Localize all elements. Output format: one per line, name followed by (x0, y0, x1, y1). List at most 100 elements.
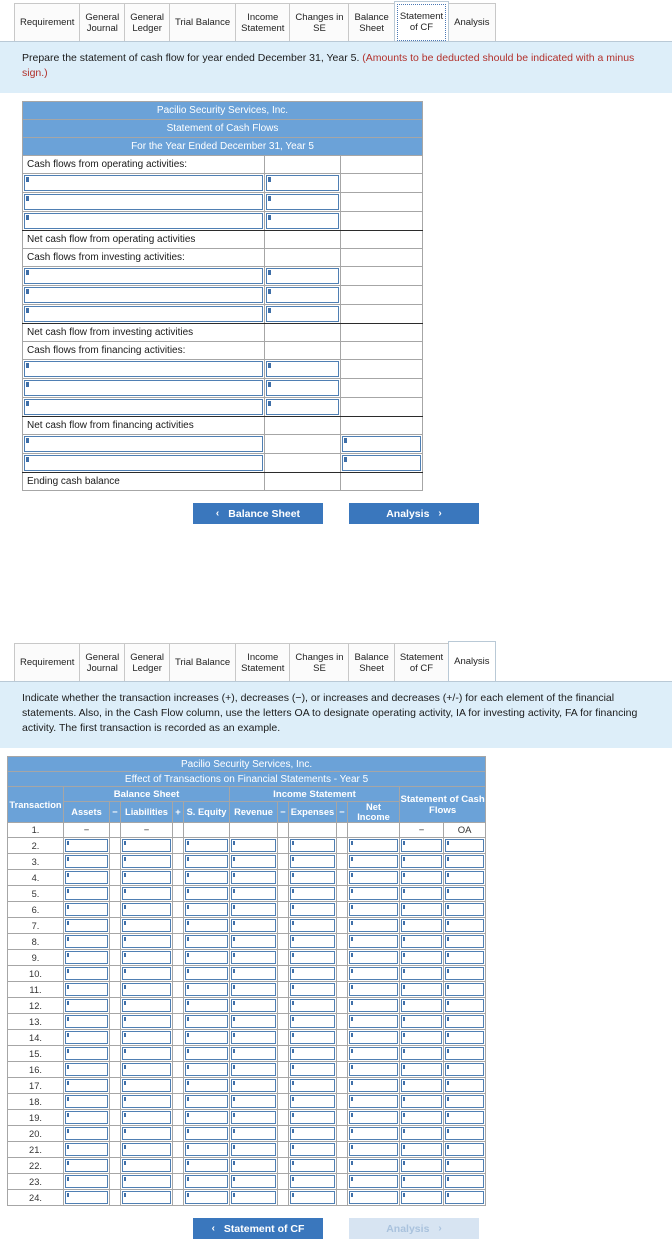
analysis-cash-amount-input[interactable] (399, 1189, 444, 1206)
cf-amount-input-col2[interactable] (264, 378, 341, 398)
input-box[interactable] (349, 983, 398, 996)
analysis-s-equity-input[interactable] (183, 1125, 230, 1142)
input-box[interactable] (122, 919, 171, 932)
analysis-s-equity-input[interactable] (183, 1157, 230, 1174)
input-box[interactable] (445, 1079, 485, 1092)
analysis-expenses-input[interactable] (288, 933, 337, 950)
analysis-expenses-input[interactable] (288, 1013, 337, 1030)
analysis-cash-activity-input[interactable] (442, 1125, 487, 1142)
analysis-revenue-input[interactable] (229, 1093, 278, 1110)
input-box[interactable] (445, 1143, 485, 1156)
analysis-expenses-input[interactable] (288, 837, 337, 854)
input-box[interactable] (290, 951, 335, 964)
input-box[interactable] (24, 361, 263, 377)
input-box[interactable] (445, 1127, 485, 1140)
input-box[interactable] (349, 903, 398, 916)
analysis-assets-input[interactable] (63, 1125, 110, 1142)
tab-requirement[interactable]: Requirement (14, 3, 81, 41)
input-box[interactable] (401, 887, 442, 900)
analysis-cash-activity-input[interactable] (442, 997, 487, 1014)
input-box[interactable] (445, 967, 485, 980)
input-box[interactable] (349, 871, 398, 884)
input-box[interactable] (445, 871, 485, 884)
input-box[interactable] (401, 983, 442, 996)
input-box[interactable] (349, 919, 398, 932)
input-box[interactable] (445, 855, 485, 868)
analysis-net-income-input[interactable] (347, 1077, 400, 1094)
input-box[interactable] (290, 983, 335, 996)
input-box[interactable] (231, 1079, 276, 1092)
analysis-expenses-input[interactable] (288, 1173, 337, 1190)
analysis-assets-input[interactable] (63, 1061, 110, 1078)
input-box[interactable] (231, 1175, 276, 1188)
input-box[interactable] (342, 436, 422, 452)
analysis-net-income-input[interactable] (347, 1109, 400, 1126)
analysis-s-equity-input[interactable] (183, 1045, 230, 1062)
analysis-cash-activity-input[interactable] (442, 965, 487, 982)
analysis-assets-input[interactable] (63, 901, 110, 918)
input-box[interactable] (231, 1191, 276, 1204)
analysis-revenue-input[interactable] (229, 901, 278, 918)
input-box[interactable] (349, 1031, 398, 1044)
input-box[interactable] (266, 380, 339, 396)
analysis-s-equity-input[interactable] (183, 1029, 230, 1046)
input-box[interactable] (185, 1159, 228, 1172)
input-box[interactable] (401, 903, 442, 916)
analysis-liabilities-input[interactable] (120, 949, 173, 966)
analysis-cash-activity-input[interactable] (442, 901, 487, 918)
input-box[interactable] (290, 903, 335, 916)
input-box[interactable] (231, 1127, 276, 1140)
analysis-revenue-input[interactable] (229, 869, 278, 886)
analysis-expenses-input[interactable] (288, 1109, 337, 1126)
input-box[interactable] (401, 1191, 442, 1204)
input-box[interactable] (65, 1047, 108, 1060)
analysis-cash-activity-input[interactable] (442, 1045, 487, 1062)
analysis-cash-activity-input[interactable] (442, 917, 487, 934)
tab-general-ledger[interactable]: General Ledger (124, 3, 171, 41)
analysis-expenses-input[interactable] (288, 997, 337, 1014)
analysis-net-income-input[interactable] (347, 869, 400, 886)
input-box[interactable] (185, 935, 228, 948)
analysis-assets-input[interactable] (63, 853, 110, 870)
input-box[interactable] (24, 194, 263, 210)
analysis-s-equity-input[interactable] (183, 1173, 230, 1190)
input-box[interactable] (445, 999, 485, 1012)
cf-next-button[interactable]: Analysis › (349, 503, 479, 524)
input-box[interactable] (445, 1159, 485, 1172)
analysis-s-equity-input[interactable] (183, 1189, 230, 1206)
analysis-liabilities-input[interactable] (120, 1093, 173, 1110)
input-box[interactable] (122, 855, 171, 868)
analysis-s-equity-input[interactable] (183, 997, 230, 1014)
input-box[interactable] (24, 436, 263, 452)
input-box[interactable] (231, 855, 276, 868)
analysis-revenue-input[interactable] (229, 1109, 278, 1126)
input-box[interactable] (445, 1063, 485, 1076)
tab-general-journal[interactable]: General Journal (79, 3, 126, 41)
input-box[interactable] (349, 887, 398, 900)
analysis-assets-input[interactable] (63, 1141, 110, 1158)
input-box[interactable] (401, 1031, 442, 1044)
analysis-cash-amount-input[interactable] (399, 981, 444, 998)
analysis-assets-input[interactable] (63, 1045, 110, 1062)
input-box[interactable] (349, 951, 398, 964)
analysis-cash-activity-input[interactable] (442, 1077, 487, 1094)
analysis-expenses-input[interactable] (288, 1125, 337, 1142)
analysis-liabilities-input[interactable] (120, 933, 173, 950)
analysis-cash-amount-input[interactable] (399, 1029, 444, 1046)
analysis-expenses-input[interactable] (288, 1061, 337, 1078)
cf-description-input[interactable] (22, 434, 265, 454)
input-box[interactable] (231, 919, 276, 932)
analysis-cash-activity-input[interactable] (442, 1173, 487, 1190)
input-box[interactable] (185, 871, 228, 884)
input-box[interactable] (65, 839, 108, 852)
input-box[interactable] (401, 1111, 442, 1124)
analysis-cash-amount-input[interactable] (399, 917, 444, 934)
input-box[interactable] (401, 839, 442, 852)
input-box[interactable] (445, 919, 485, 932)
analysis-cash-activity-input[interactable] (442, 981, 487, 998)
input-box[interactable] (349, 1063, 398, 1076)
analysis-expenses-input[interactable] (288, 1157, 337, 1174)
input-box[interactable] (231, 1031, 276, 1044)
input-box[interactable] (185, 903, 228, 916)
input-box[interactable] (290, 919, 335, 932)
